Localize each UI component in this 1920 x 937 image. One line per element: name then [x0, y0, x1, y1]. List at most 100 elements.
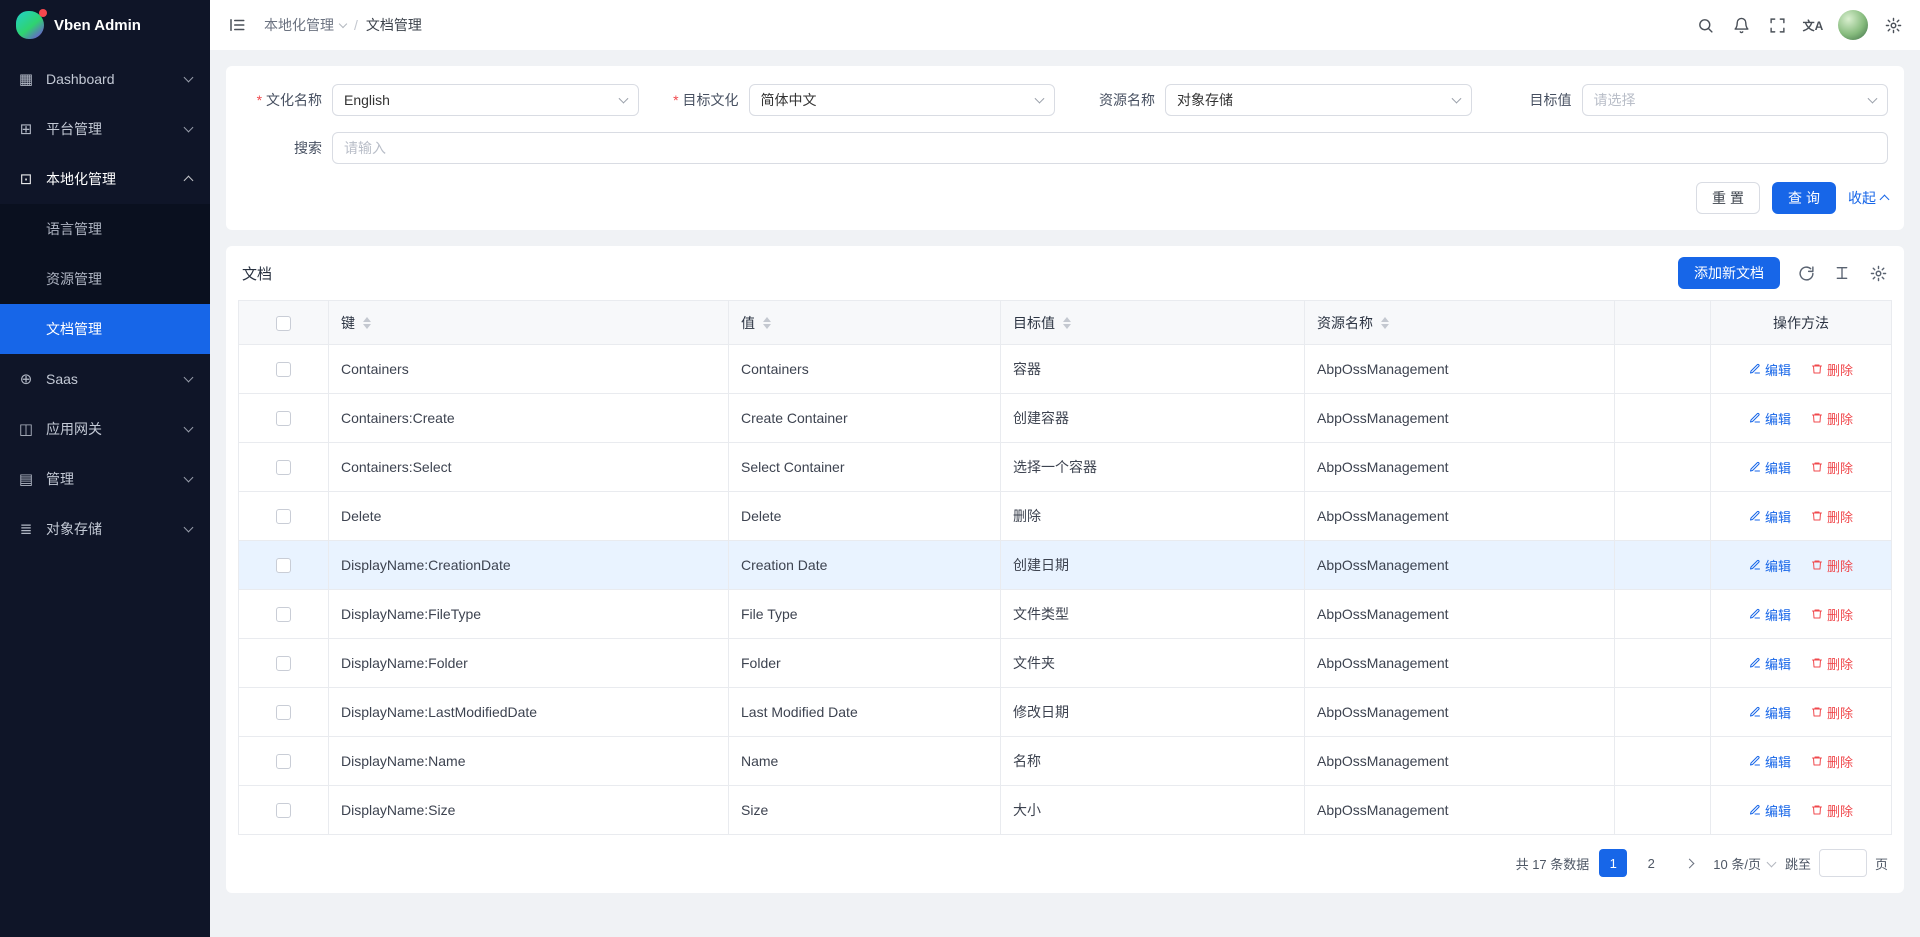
sidebar-item-gateway[interactable]: ◫ 应用网关: [0, 404, 210, 454]
table-row[interactable]: Containers:Create Create Container 创建容器 …: [239, 394, 1892, 443]
sidebar-item-localization[interactable]: ⊡ 本地化管理: [0, 154, 210, 204]
table-row[interactable]: DisplayName:Name Name 名称 AbpOssManagemen…: [239, 737, 1892, 786]
edit-button[interactable]: 编辑: [1749, 409, 1791, 428]
delete-button[interactable]: 删除: [1811, 752, 1853, 771]
content: 文化名称 English 目标文化 简体中文: [210, 50, 1920, 893]
column-header-actions: 操作方法: [1711, 301, 1892, 345]
row-checkbox[interactable]: [276, 509, 291, 524]
delete-button[interactable]: 删除: [1811, 801, 1853, 820]
table-row[interactable]: Containers Containers 容器 AbpOssManagemen…: [239, 345, 1892, 394]
sidebar-item-document-management[interactable]: 文档管理: [0, 304, 210, 354]
fullscreen-icon[interactable]: [1760, 8, 1794, 42]
target-culture-select[interactable]: 简体中文: [749, 84, 1056, 116]
storage-icon: ≣: [16, 520, 36, 538]
localization-submenu: 语言管理 资源管理 文档管理: [0, 204, 210, 354]
chevron-up-icon: [1880, 195, 1890, 205]
user-avatar[interactable]: [1838, 10, 1868, 40]
cell-value: Delete: [741, 508, 781, 524]
sidebar-item-language-management[interactable]: 语言管理: [0, 204, 210, 254]
cell-resource-name: AbpOssManagement: [1317, 802, 1449, 818]
pagination-total: 共 17 条数据: [1516, 854, 1590, 873]
edit-button[interactable]: 编辑: [1749, 507, 1791, 526]
field-culture-name: 文化名称 English: [242, 84, 639, 116]
select-all-checkbox[interactable]: [276, 316, 291, 331]
bell-icon[interactable]: [1724, 8, 1758, 42]
edit-button[interactable]: 编辑: [1749, 801, 1791, 820]
delete-button[interactable]: 删除: [1811, 409, 1853, 428]
logo[interactable]: Vben Admin: [0, 0, 210, 50]
sidebar-item-management[interactable]: ▤ 管理: [0, 454, 210, 504]
sidebar-item-saas[interactable]: ⊕ Saas: [0, 354, 210, 404]
row-checkbox[interactable]: [276, 411, 291, 426]
table-settings-gear-icon[interactable]: [1868, 263, 1888, 283]
row-checkbox[interactable]: [276, 705, 291, 720]
row-checkbox[interactable]: [276, 362, 291, 377]
next-page-button[interactable]: [1675, 849, 1703, 877]
breadcrumb: 本地化管理 / 文档管理: [264, 15, 422, 35]
panel-title: 文档: [242, 263, 272, 284]
search-icon[interactable]: [1688, 8, 1722, 42]
page-button-2[interactable]: 2: [1637, 849, 1665, 877]
table-row[interactable]: Delete Delete 删除 AbpOssManagement 编辑 删除: [239, 492, 1892, 541]
edit-button[interactable]: 编辑: [1749, 458, 1791, 477]
target-value-select[interactable]: 请选择: [1582, 84, 1889, 116]
column-header-resource[interactable]: 资源名称: [1305, 301, 1615, 345]
table-row[interactable]: DisplayName:FileType File Type 文件类型 AbpO…: [239, 590, 1892, 639]
search-input[interactable]: [332, 132, 1888, 164]
sort-icon[interactable]: [363, 317, 371, 329]
row-checkbox[interactable]: [276, 754, 291, 769]
collapse-sidebar-icon[interactable]: [220, 8, 254, 42]
page-button-1[interactable]: 1: [1599, 849, 1627, 877]
row-checkbox[interactable]: [276, 558, 291, 573]
delete-button[interactable]: 删除: [1811, 507, 1853, 526]
culture-name-select[interactable]: English: [332, 84, 639, 116]
sort-icon[interactable]: [1063, 317, 1071, 329]
delete-button[interactable]: 删除: [1811, 654, 1853, 673]
sidebar-item-platform[interactable]: ⊞ 平台管理: [0, 104, 210, 154]
delete-button[interactable]: 删除: [1811, 458, 1853, 477]
table-row[interactable]: DisplayName:LastModifiedDate Last Modifi…: [239, 688, 1892, 737]
sort-icon[interactable]: [763, 317, 771, 329]
delete-button[interactable]: 删除: [1811, 360, 1853, 379]
collapse-filters-link[interactable]: 收起: [1848, 188, 1888, 208]
table-row[interactable]: DisplayName:Size Size 大小 AbpOssManagemen…: [239, 786, 1892, 835]
sidebar-item-dashboard[interactable]: ▦ Dashboard: [0, 54, 210, 104]
settings-gear-icon[interactable]: [1876, 8, 1910, 42]
management-icon: ▤: [16, 470, 36, 488]
row-checkbox[interactable]: [276, 656, 291, 671]
page-size-select[interactable]: 10 条/页: [1713, 854, 1775, 873]
sidebar-item-resource-management[interactable]: 资源管理: [0, 254, 210, 304]
edit-button[interactable]: 编辑: [1749, 703, 1791, 722]
row-height-icon[interactable]: [1832, 263, 1852, 283]
edit-button[interactable]: 编辑: [1749, 752, 1791, 771]
delete-button[interactable]: 删除: [1811, 605, 1853, 624]
edit-button[interactable]: 编辑: [1749, 654, 1791, 673]
sort-icon[interactable]: [1381, 317, 1389, 329]
column-header-value[interactable]: 值: [729, 301, 1001, 345]
jump-page-input[interactable]: [1819, 849, 1867, 877]
reset-button[interactable]: 重置: [1696, 182, 1760, 214]
table-row[interactable]: DisplayName:Folder Folder 文件夹 AbpOssMana…: [239, 639, 1892, 688]
resource-name-select[interactable]: 对象存储: [1165, 84, 1472, 116]
pencil-icon: [1749, 461, 1761, 473]
row-checkbox[interactable]: [276, 607, 291, 622]
column-header-key[interactable]: 键: [329, 301, 729, 345]
edit-button[interactable]: 编辑: [1749, 605, 1791, 624]
table-row[interactable]: Containers:Select Select Container 选择一个容…: [239, 443, 1892, 492]
translate-icon[interactable]: 文A: [1796, 8, 1830, 42]
edit-button[interactable]: 编辑: [1749, 556, 1791, 575]
breadcrumb-parent[interactable]: 本地化管理: [264, 15, 346, 35]
row-checkbox[interactable]: [276, 803, 291, 818]
delete-button[interactable]: 删除: [1811, 556, 1853, 575]
row-checkbox[interactable]: [276, 460, 291, 475]
refresh-icon[interactable]: [1796, 263, 1816, 283]
query-button[interactable]: 查询: [1772, 182, 1836, 214]
edit-button[interactable]: 编辑: [1749, 360, 1791, 379]
sidebar-item-object-storage[interactable]: ≣ 对象存储: [0, 504, 210, 554]
column-header-target[interactable]: 目标值: [1001, 301, 1305, 345]
delete-button[interactable]: 删除: [1811, 703, 1853, 722]
table-row[interactable]: DisplayName:CreationDate Creation Date 创…: [239, 541, 1892, 590]
trash-icon: [1811, 363, 1823, 375]
app-root: Vben Admin ▦ Dashboard ⊞ 平台管理 ⊡ 本地化管理 语言…: [0, 0, 1920, 937]
add-document-button[interactable]: 添加新文档: [1678, 257, 1780, 289]
